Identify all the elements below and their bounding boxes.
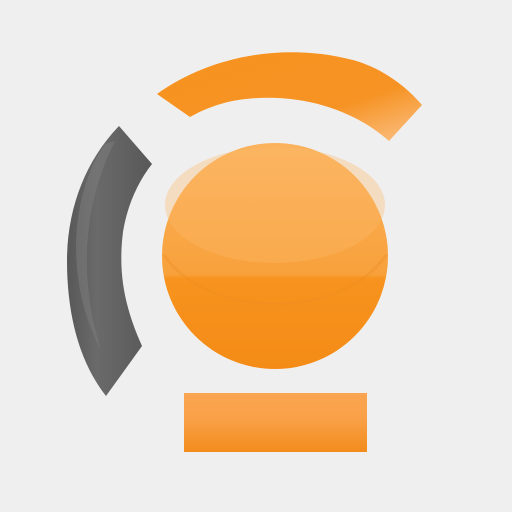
app-logo-icon (67, 52, 422, 452)
sphere-gloss (165, 147, 385, 263)
app-logo (0, 0, 512, 512)
bottom-bar-icon (184, 393, 367, 452)
top-arc-icon (157, 52, 422, 141)
